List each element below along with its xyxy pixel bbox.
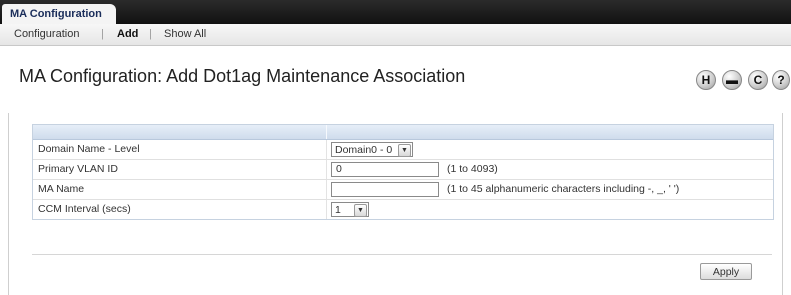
row-label: CCM Interval (secs) xyxy=(38,203,131,215)
subnav-separator: | xyxy=(149,28,152,40)
print-icon[interactable]: ▬ xyxy=(722,70,742,90)
content-frame-right xyxy=(782,113,783,295)
select-value: 1 xyxy=(335,204,341,216)
table-row-primary-vlan-id: Primary VLAN ID 0 (1 to 4093) xyxy=(33,160,773,180)
ma-name-input[interactable] xyxy=(331,182,439,197)
primary-vlan-id-input[interactable]: 0 xyxy=(331,162,439,177)
row-label: Domain Name - Level xyxy=(38,143,140,155)
subnav-separator: | xyxy=(101,28,104,40)
page-title: MA Configuration: Add Dot1ag Maintenance… xyxy=(19,66,466,86)
chevron-down-icon: ▼ xyxy=(398,144,411,157)
sub-navigation: Configuration | Add | Show All xyxy=(0,24,791,46)
help-icon[interactable]: ? xyxy=(772,70,790,90)
tab-ma-configuration[interactable]: MA Configuration xyxy=(2,4,116,24)
ma-form-table: Domain Name - Level Domain0 - 0 ▼ Primar… xyxy=(32,124,774,220)
table-row-domain-name-level: Domain Name - Level Domain0 - 0 ▼ xyxy=(33,140,773,160)
row-label: MA Name xyxy=(38,183,85,195)
table-row-ma-name: MA Name (1 to 45 alphanumeric characters… xyxy=(33,180,773,200)
select-value: Domain0 - 0 xyxy=(335,144,393,156)
apply-button[interactable]: Apply xyxy=(700,263,752,280)
help-desk-icon[interactable]: H xyxy=(696,70,716,90)
table-header xyxy=(33,125,773,140)
divider xyxy=(32,254,772,255)
table-row-ccm-interval: CCM Interval (secs) 1 ▼ xyxy=(33,200,773,219)
chevron-down-icon: ▼ xyxy=(354,204,367,217)
primary-vlan-id-hint: (1 to 4093) xyxy=(447,163,498,175)
row-label: Primary VLAN ID xyxy=(38,163,118,175)
domain-name-level-select[interactable]: Domain0 - 0 ▼ xyxy=(331,142,413,157)
top-tab-bar: MA Configuration xyxy=(0,0,791,24)
ma-name-hint: (1 to 45 alphanumeric characters includi… xyxy=(447,183,680,195)
subnav-item-configuration[interactable]: Configuration xyxy=(14,24,79,45)
ccm-interval-select[interactable]: 1 ▼ xyxy=(331,202,369,217)
subnav-item-add[interactable]: Add xyxy=(117,24,138,45)
content-frame-left xyxy=(8,113,9,295)
refresh-icon[interactable]: C xyxy=(748,70,768,90)
subnav-item-show-all[interactable]: Show All xyxy=(164,24,206,45)
